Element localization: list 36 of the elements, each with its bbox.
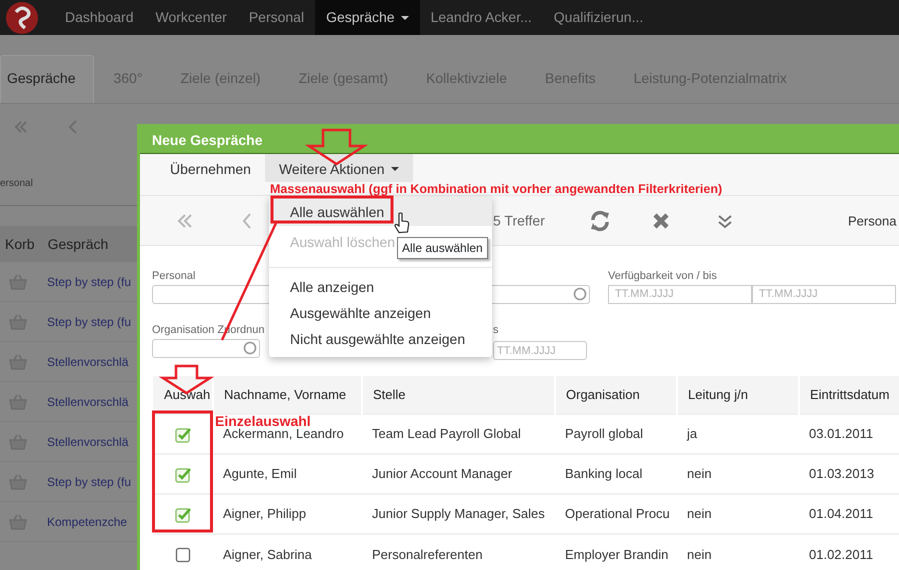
- table-cell: Agunte, Emil: [213, 454, 362, 494]
- annotation: Einzelauswahl: [215, 414, 311, 428]
- field-label: Personal: [152, 269, 196, 284]
- table-cell: Team Lead Payroll Global: [362, 414, 555, 454]
- column-header: Stelle: [362, 376, 555, 414]
- column-header: Eintrittsdatum: [799, 376, 899, 414]
- table-cell: Employer Brandin: [555, 534, 677, 570]
- table-cell: Aigner, Philipp: [213, 494, 362, 534]
- table-cell: ja: [677, 414, 799, 454]
- annotation: Massenauswahl (ggf in Kombination mit vorher angewandten Filterkriterien): [270, 181, 722, 198]
- toolbar-label: Persona: [848, 212, 896, 230]
- table-cell: Junior Supply Manager, Sales: [362, 494, 555, 534]
- table-cell: nein: [677, 534, 799, 570]
- table-cell: 03.01.2011: [799, 414, 899, 454]
- tooltip: Alle auswählen: [397, 237, 488, 259]
- table-cell: 01.03.2013: [799, 454, 899, 494]
- table-cell: Junior Account Manager: [362, 454, 555, 494]
- table-cell: Aigner, Sabrina: [213, 534, 362, 570]
- table-cell: Payroll global: [555, 414, 677, 454]
- column-header: Organisation: [555, 376, 677, 414]
- table-cell: Operational Procu: [555, 494, 677, 534]
- field-label: s: [493, 323, 500, 338]
- hit-count: 5 Treffer: [493, 211, 545, 230]
- table-cell: 01.02.2011: [799, 534, 899, 570]
- dialog-title: Neue Gespräche: [140, 124, 899, 154]
- field-label: Verfügbarkeit von / bis: [608, 269, 718, 284]
- column-header: Korb: [5, 234, 35, 254]
- column-header: Leitung j/n: [677, 376, 799, 414]
- table-cell: 01.04.2011: [799, 494, 899, 534]
- field-label: ersonal: [0, 177, 33, 191]
- column-header: Gespräch: [48, 234, 108, 254]
- table-cell: Banking local: [555, 454, 677, 494]
- table-cell: nein: [677, 454, 799, 494]
- table-cell: nein: [677, 494, 799, 534]
- table-cell: Personalreferenten: [362, 534, 555, 570]
- column-header: Nachname, Vorname: [213, 376, 362, 414]
